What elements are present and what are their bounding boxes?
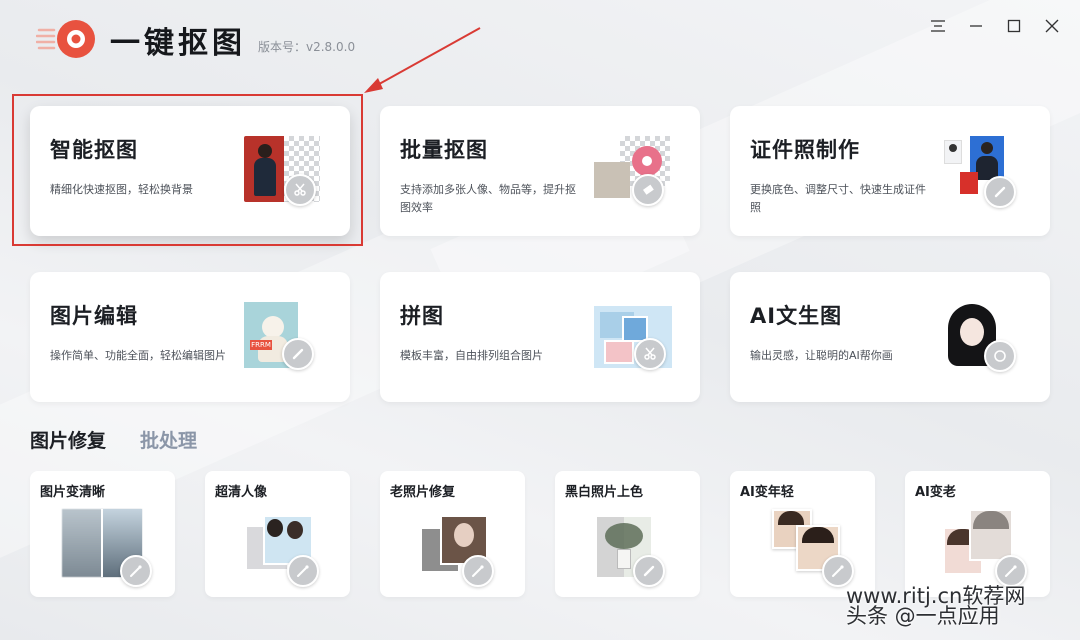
card-description: 操作简单、功能全面，轻松编辑图片: [50, 349, 226, 362]
image-edit-thumbnail: FRRM: [244, 302, 324, 374]
colorize-thumbnail: [597, 509, 677, 587]
card-title: 超清人像: [215, 485, 268, 500]
repair-card-hd-portrait[interactable]: 超清人像: [205, 471, 350, 597]
feature-card-ai-text-to-image[interactable]: AI文生图 输出灵感，让聪明的AI帮你画: [730, 272, 1050, 402]
feature-card-id-photo[interactable]: 证件照制作 更换底色、调整尺寸、快速生成证件照: [730, 106, 1050, 236]
wand-icon: [287, 555, 319, 587]
wand-icon: [462, 555, 494, 587]
version-label: 版本号：v2.8.0.0: [258, 40, 356, 54]
close-icon: [1045, 19, 1059, 33]
card-title: 黑白照片上色: [565, 485, 644, 500]
card-title: AI文生图: [750, 304, 843, 328]
minimize-icon: [970, 25, 982, 27]
palette-icon: [984, 340, 1016, 372]
watermark-handle: 头条 @一点应用: [846, 604, 1000, 628]
card-title: 批量抠图: [400, 138, 488, 162]
card-title: 图片编辑: [50, 304, 138, 328]
scissors-icon: [284, 174, 316, 206]
card-title: AI变老: [915, 485, 956, 500]
editing-tag: FRRM: [250, 340, 272, 350]
eraser-icon: [632, 174, 664, 206]
app-logo-icon: [36, 20, 95, 58]
id-photo-thumbnail: [944, 136, 1024, 208]
tab-image-repair[interactable]: 图片修复: [30, 426, 106, 453]
old-photo-thumbnail: [422, 509, 502, 587]
annotation-arrow-icon: [364, 27, 481, 93]
card-title: 证件照制作: [750, 138, 860, 162]
close-button[interactable]: [1040, 14, 1064, 38]
menu-icon: [931, 20, 945, 32]
feature-card-batch-cutout[interactable]: 批量抠图 支持添加多张人像、物品等，提升抠图效率: [380, 106, 700, 236]
smart-cutout-thumbnail: [244, 136, 324, 208]
repair-card-old-photo[interactable]: 老照片修复: [380, 471, 525, 597]
maximize-button[interactable]: [1002, 14, 1026, 38]
feature-card-smart-cutout[interactable]: 智能抠图 精细化快速抠图，轻松换背景: [30, 106, 350, 236]
wand-icon: [120, 555, 152, 587]
card-description: 更换底色、调整尺寸、快速生成证件照: [750, 183, 926, 214]
repair-card-sharpen[interactable]: 图片变清晰: [30, 471, 175, 597]
repair-card-ai-younger[interactable]: AI变年轻: [730, 471, 875, 597]
card-description: 精细化快速抠图，轻松换背景: [50, 183, 193, 196]
ai-younger-thumbnail: [772, 509, 854, 587]
card-title: 图片变清晰: [40, 485, 106, 500]
card-title: 拼图: [400, 304, 444, 328]
brush-icon: [633, 555, 665, 587]
sharpen-thumbnail: [62, 509, 152, 587]
repair-card-colorize[interactable]: 黑白照片上色: [555, 471, 700, 597]
repair-card-ai-older[interactable]: AI变老: [905, 471, 1050, 597]
batch-cutout-thumbnail: [594, 136, 674, 208]
app-title: 一键抠图: [110, 26, 246, 61]
collage-thumbnail: [594, 302, 674, 374]
feature-card-image-edit[interactable]: 图片编辑 操作简单、功能全面，轻松编辑图片 FRRM: [30, 272, 350, 402]
ai-older-thumbnail: [943, 509, 1027, 587]
tab-batch-processing[interactable]: 批处理: [140, 426, 197, 453]
minimize-button[interactable]: [964, 14, 988, 38]
card-title: AI变年轻: [740, 485, 794, 500]
ai-text-to-image-thumbnail: [944, 302, 1024, 374]
card-description: 模板丰富，自由排列组合图片: [400, 349, 543, 362]
card-title: 老照片修复: [390, 485, 456, 500]
maximize-icon: [1007, 19, 1021, 33]
card-description: 输出灵感，让聪明的AI帮你画: [750, 349, 893, 362]
pencil-icon: [984, 176, 1016, 208]
menu-button[interactable]: [926, 14, 950, 38]
card-description: 支持添加多张人像、物品等，提升抠图效率: [400, 183, 576, 214]
scissors-icon: [634, 338, 666, 370]
hd-portrait-thumbnail: [247, 509, 327, 587]
feature-card-collage[interactable]: 拼图 模板丰富，自由排列组合图片: [380, 272, 700, 402]
card-title: 智能抠图: [50, 138, 138, 162]
pencil-icon: [282, 338, 314, 370]
